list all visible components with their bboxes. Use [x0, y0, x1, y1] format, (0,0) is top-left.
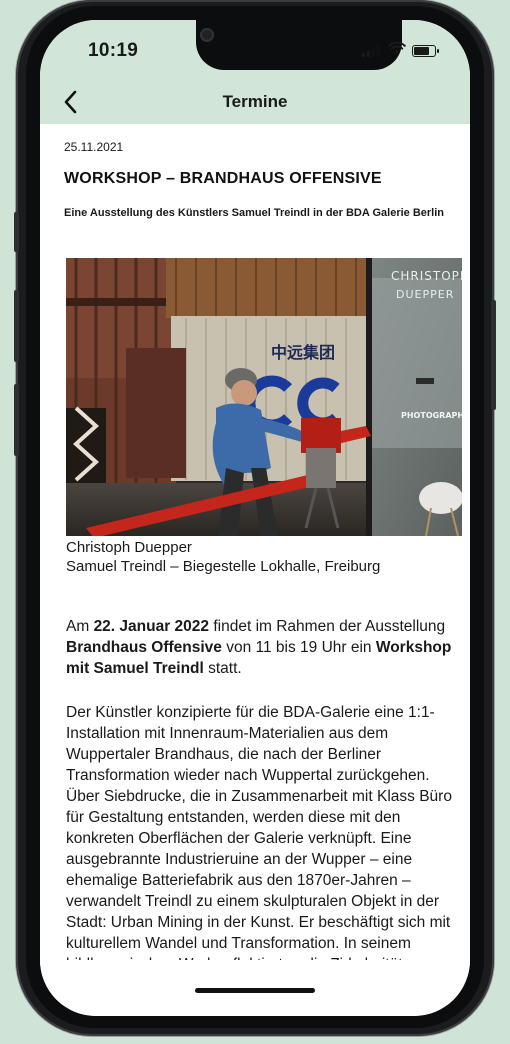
event-photo[interactable]: 中远集团 CHRISTOPH DUEPPER PHOTOGRAPHY [66, 258, 462, 536]
volume-down-button [14, 384, 19, 456]
container-sign-text: 中远集团 [271, 343, 335, 362]
power-button [491, 300, 496, 410]
home-indicator[interactable] [195, 988, 315, 993]
nav-header: 10:19 Termine [40, 20, 470, 124]
gallery-sign-christoph: CHRISTOPH [391, 269, 462, 283]
page-title: Termine [222, 92, 288, 111]
intro-text-3: von 11 bis 19 Uhr ein [221, 639, 376, 656]
intro-text-4: statt. [203, 660, 242, 677]
gallery-sign-duepper: DUEPPER [396, 288, 454, 301]
caption-credit: Christoph Duepper [66, 539, 192, 556]
volume-up-button [14, 290, 19, 362]
battery-icon [412, 45, 439, 57]
intro-paragraph: Am 22. Januar 2022 findet im Rahmen der … [66, 616, 462, 679]
event-date: 25.11.2021 [64, 140, 124, 154]
intro-date-bold: 22. Januar 2022 [93, 618, 210, 635]
gallery-sign-photography: PHOTOGRAPHY [401, 411, 462, 420]
front-camera [202, 30, 212, 40]
intro-exhibition-bold: Brandhaus Offensive [66, 639, 222, 656]
wifi-icon [388, 41, 406, 60]
intro-text-2: findet im Rahmen der Ausstellung [209, 618, 446, 635]
caption-description: Samuel Treindl – Biegestelle Lokhalle, F… [66, 558, 381, 575]
status-time: 10:19 [88, 40, 139, 61]
description-paragraph: Der Künstler konzipierte für die BDA-Gal… [66, 704, 452, 994]
workshop-photo-illustration: 中远集团 CHRISTOPH DUEPPER PHOTOGRAPHY [66, 258, 462, 536]
silent-switch [14, 212, 19, 252]
status-icons [362, 41, 439, 60]
screen: 10:19 Termine 25.11.2021 WORKSHOP – BRAN… [40, 20, 470, 1016]
event-title: WORKSHOP – BRANDHAUS OFFENSIVE [64, 170, 382, 187]
event-subtitle: Eine Ausstellung des Künstlers Samuel Tr… [64, 207, 445, 219]
intro-text-1: Am [66, 618, 94, 635]
photo-caption: Christoph Duepper Samuel Treindl – Biege… [66, 538, 380, 576]
cellular-signal-icon [362, 45, 382, 57]
event-detail: 25.11.2021 WORKSHOP – BRANDHAUS OFFENSIV… [64, 124, 462, 1016]
